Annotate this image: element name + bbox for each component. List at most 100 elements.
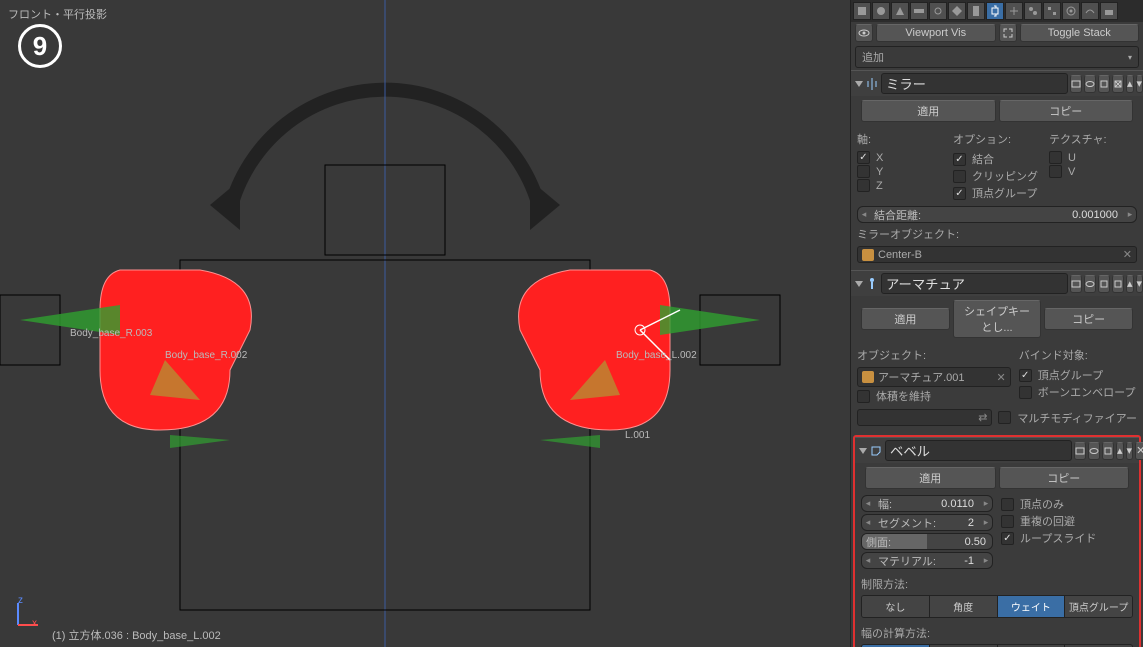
edit-toggle-icon[interactable] [1102,442,1114,460]
shapekey-button[interactable]: シェイプキーとし... [953,300,1042,338]
mirror-object-label: ミラーオブジェクト: [857,223,1137,245]
mirror-object-field[interactable]: Center-B✕ [857,246,1137,263]
edit-toggle-icon[interactable] [1098,275,1110,293]
tab-icon[interactable] [872,2,890,20]
tab-icon[interactable] [1081,2,1099,20]
vgroup-checkbox[interactable] [953,187,966,200]
render-toggle-icon[interactable] [1070,75,1082,93]
loop-slide-checkbox[interactable] [1001,532,1014,545]
vertex-group-field[interactable]: ⇄ [857,409,992,426]
move-up-icon[interactable]: ▴ [1126,75,1134,93]
bone-label: Body_base_R.003 [70,328,152,339]
apply-button[interactable]: 適用 [861,308,950,330]
tab-icon[interactable] [1100,2,1118,20]
toggle-stack-button[interactable]: Toggle Stack [1020,24,1140,42]
merge-checkbox[interactable] [953,153,966,166]
limit-method-buttons: なし 角度 ウェイト 頂点グループ [861,595,1133,618]
eye-icon[interactable] [855,24,873,42]
tab-icon[interactable] [929,2,947,20]
armature-icon [865,276,879,292]
axis-widget: z x [12,599,42,629]
tab-icon[interactable] [1024,2,1042,20]
width-field[interactable]: ◂幅:0.0110▸ [861,495,993,512]
tab-icon[interactable] [1005,2,1023,20]
apply-button[interactable]: 適用 [861,100,996,122]
bind-label: バインド対象: [1019,344,1137,366]
limit-none-button[interactable]: なし [862,596,930,617]
segments-field[interactable]: ◂セグメント:2▸ [861,514,993,531]
mirror-modifier-header: ▴ ▾ ✕ [851,70,1143,96]
bone-label: Body_base_R.002 [165,350,247,361]
move-down-icon[interactable]: ▾ [1126,442,1134,460]
cage-toggle-icon[interactable] [1112,275,1124,293]
tab-icon[interactable] [967,2,985,20]
collapse-icon[interactable] [855,281,863,287]
modifier-name-input[interactable] [885,440,1072,461]
limit-weight-button[interactable]: ウェイト [998,596,1066,617]
y-checkbox[interactable] [857,165,870,178]
viewport-footer: (1) 立方体.036 : Body_base_L.002 [52,627,221,643]
copy-button[interactable]: コピー [999,100,1134,122]
vgroup-checkbox[interactable] [1019,369,1032,382]
tab-icon[interactable] [891,2,909,20]
render-toggle-icon[interactable] [1070,275,1082,293]
copy-button[interactable]: コピー [1044,308,1133,330]
bone-envelope-checkbox[interactable] [1019,386,1032,399]
profile-field[interactable]: 側面:0.50 [861,533,993,550]
material-field[interactable]: ◂マテリアル:-1▸ [861,552,993,569]
viewport-vis-button[interactable]: Viewport Vis [876,24,996,42]
tab-icon[interactable] [986,2,1004,20]
display-toggle-icon[interactable] [1088,442,1100,460]
only-vertices-checkbox[interactable] [1001,498,1014,511]
object-label: オブジェクト: [857,344,1011,366]
limit-vgroup-button[interactable]: 頂点グループ [1065,596,1132,617]
add-modifier-dropdown[interactable]: 追加▾ [855,46,1139,68]
edit-toggle-icon[interactable] [1098,75,1110,93]
render-toggle-icon[interactable] [1074,442,1086,460]
limit-method-label: 制限方法: [861,573,1133,595]
move-down-icon[interactable]: ▾ [1136,275,1143,293]
copy-button[interactable]: コピー [999,467,1130,489]
tab-icon[interactable] [948,2,966,20]
move-up-icon[interactable]: ▴ [1116,442,1124,460]
close-icon[interactable]: ✕ [1135,442,1143,460]
clipping-checkbox[interactable] [953,170,966,183]
display-toggle-icon[interactable] [1084,275,1096,293]
mirror-icon [865,76,879,92]
bone-label: L.001 [625,430,650,441]
multi-modifier-checkbox[interactable] [998,411,1011,424]
options-label: オプション: [953,128,1041,150]
texture-label: テクスチャ: [1049,128,1137,150]
display-toggle-icon[interactable] [1084,75,1096,93]
modifier-name-input[interactable] [881,73,1068,94]
merge-distance-field[interactable]: ◂結合距離:0.001000▸ [857,206,1137,223]
tab-icon[interactable] [853,2,871,20]
axis-label: 軸: [857,128,945,150]
move-up-icon[interactable]: ▴ [1126,275,1134,293]
u-checkbox[interactable] [1049,151,1062,164]
preserve-volume-checkbox[interactable] [857,390,870,403]
expand-icon[interactable] [999,24,1017,42]
properties-panel: Viewport Vis Toggle Stack 追加▾ ▴ ▾ ✕ 適用コピ… [850,0,1143,647]
cage-toggle-icon[interactable] [1112,75,1124,93]
clamp-overlap-checkbox[interactable] [1001,515,1014,528]
collapse-icon[interactable] [859,448,867,454]
x-checkbox[interactable] [857,151,870,164]
collapse-icon[interactable] [855,81,863,87]
z-checkbox[interactable] [857,179,870,192]
panel-header-tabs [851,0,1143,22]
armature-modifier-header: ▴ ▾ ✕ [851,270,1143,296]
armature-object-field[interactable]: アーマチュア.001✕ [857,367,1011,387]
limit-angle-button[interactable]: 角度 [930,596,998,617]
bevel-modifier-header: ▴ ▾ ✕ [855,437,1139,463]
move-down-icon[interactable]: ▾ [1136,75,1143,93]
width-method-label: 幅の計算方法: [861,622,1133,644]
invert-icon: ⇄ [978,411,987,424]
v-checkbox[interactable] [1049,165,1062,178]
apply-button[interactable]: 適用 [865,467,996,489]
tab-icon[interactable] [1062,2,1080,20]
viewport-3d[interactable]: フロント・平行投影 9 Body_base_R.003 Body_base_R.… [0,0,850,647]
tab-icon[interactable] [1043,2,1061,20]
tab-icon[interactable] [910,2,928,20]
modifier-name-input[interactable] [881,273,1068,294]
